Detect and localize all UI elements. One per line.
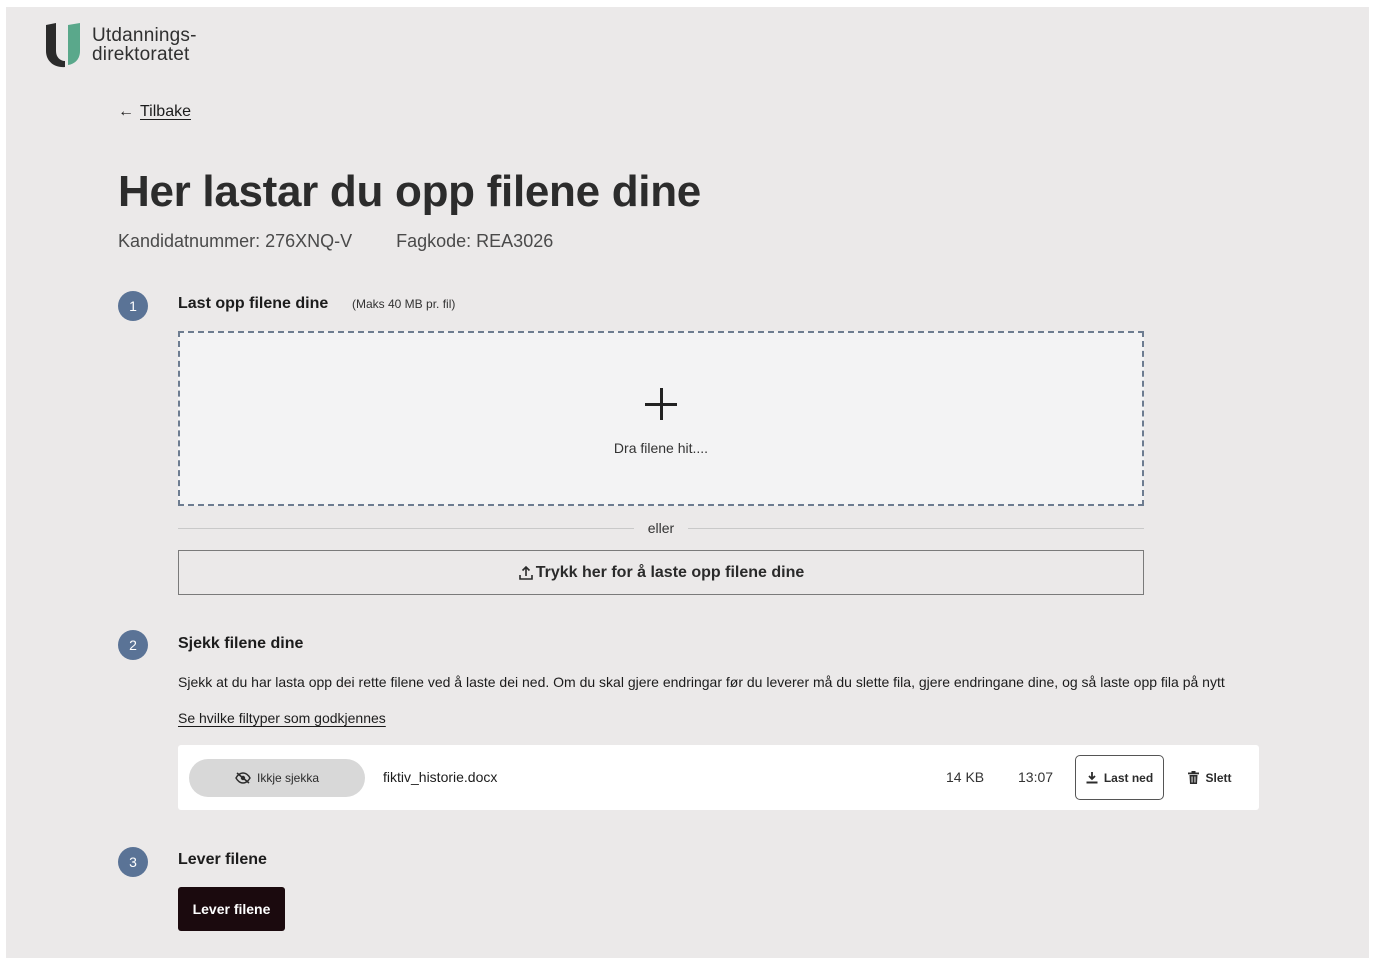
trash-icon xyxy=(1188,771,1200,784)
udir-logo[interactable]: Utdannings- direktoratet xyxy=(44,21,197,68)
back-link-label: Tilbake xyxy=(140,103,191,120)
eye-off-icon xyxy=(235,772,251,784)
exam-meta: Kandidatnummer: 276XNQ-V Fagkode: REA302… xyxy=(118,231,553,252)
file-status-badge: Ikkje sjekka xyxy=(189,759,365,797)
download-icon xyxy=(1086,772,1098,784)
subject-code: Fagkode: REA3026 xyxy=(396,231,554,251)
file-upload-time: 13:07 xyxy=(1018,769,1054,785)
divider-text: eller xyxy=(647,520,675,536)
delete-button-label: Slett xyxy=(1205,770,1232,785)
logo-wordmark: Utdannings- direktoratet xyxy=(92,26,197,64)
file-status-label: Ikkje sjekka xyxy=(256,771,320,785)
back-link[interactable]: ← Tilbake xyxy=(118,103,191,121)
upload-icon xyxy=(518,565,533,580)
divider-line-right xyxy=(688,527,1144,529)
step-1-title: Last opp filene dine xyxy=(178,295,329,312)
download-button-label: Last ned xyxy=(1103,770,1154,785)
plus-icon xyxy=(645,387,677,420)
delete-file-button[interactable]: Slett xyxy=(1180,755,1240,800)
divider-line-left xyxy=(178,527,634,529)
upload-files-button[interactable]: Trykk her for å laste opp filene dine xyxy=(178,550,1144,595)
candidate-number: Kandidatnummer: 276XNQ-V xyxy=(118,231,353,251)
logo-line-2: direktoratet xyxy=(92,43,190,65)
dropzone-text: Dra filene hit.... xyxy=(613,439,709,456)
file-size: 14 KB xyxy=(946,769,985,785)
file-row: Ikkje sjekka fiktiv_historie.docx 14 KB … xyxy=(178,745,1259,810)
step-3-badge: 3 xyxy=(118,847,148,877)
step-1-badge: 1 xyxy=(118,291,148,321)
check-instructions: Sjekk at du har lasta opp dei rette file… xyxy=(178,674,1225,690)
step-2-badge: 2 xyxy=(118,630,148,660)
page-container: Utdannings- direktoratet ← Tilbake Her l… xyxy=(6,7,1369,958)
step-2-title: Sjekk filene dine xyxy=(178,635,304,652)
or-divider: eller xyxy=(178,519,1144,537)
arrow-left-icon: ← xyxy=(118,103,134,120)
upload-button-label: Trykk her for å laste opp filene dine xyxy=(535,563,805,581)
udir-u-logo-icon xyxy=(46,23,80,68)
file-name: fiktiv_historie.docx xyxy=(383,769,498,785)
download-file-button[interactable]: Last ned xyxy=(1075,755,1164,800)
file-dropzone[interactable]: Dra filene hit.... xyxy=(178,331,1144,506)
logo-line-1: Utdannings- xyxy=(92,24,197,46)
step-1-hint: (Maks 40 MB pr. fil) xyxy=(352,297,456,311)
page-title: Her lastar du opp filene dine xyxy=(118,167,701,216)
submit-files-button[interactable]: Lever filene xyxy=(178,887,285,931)
accepted-filetypes-link[interactable]: Se hvilke filtyper som godkjennes xyxy=(178,710,386,726)
step-3-title: Lever filene xyxy=(178,851,267,868)
